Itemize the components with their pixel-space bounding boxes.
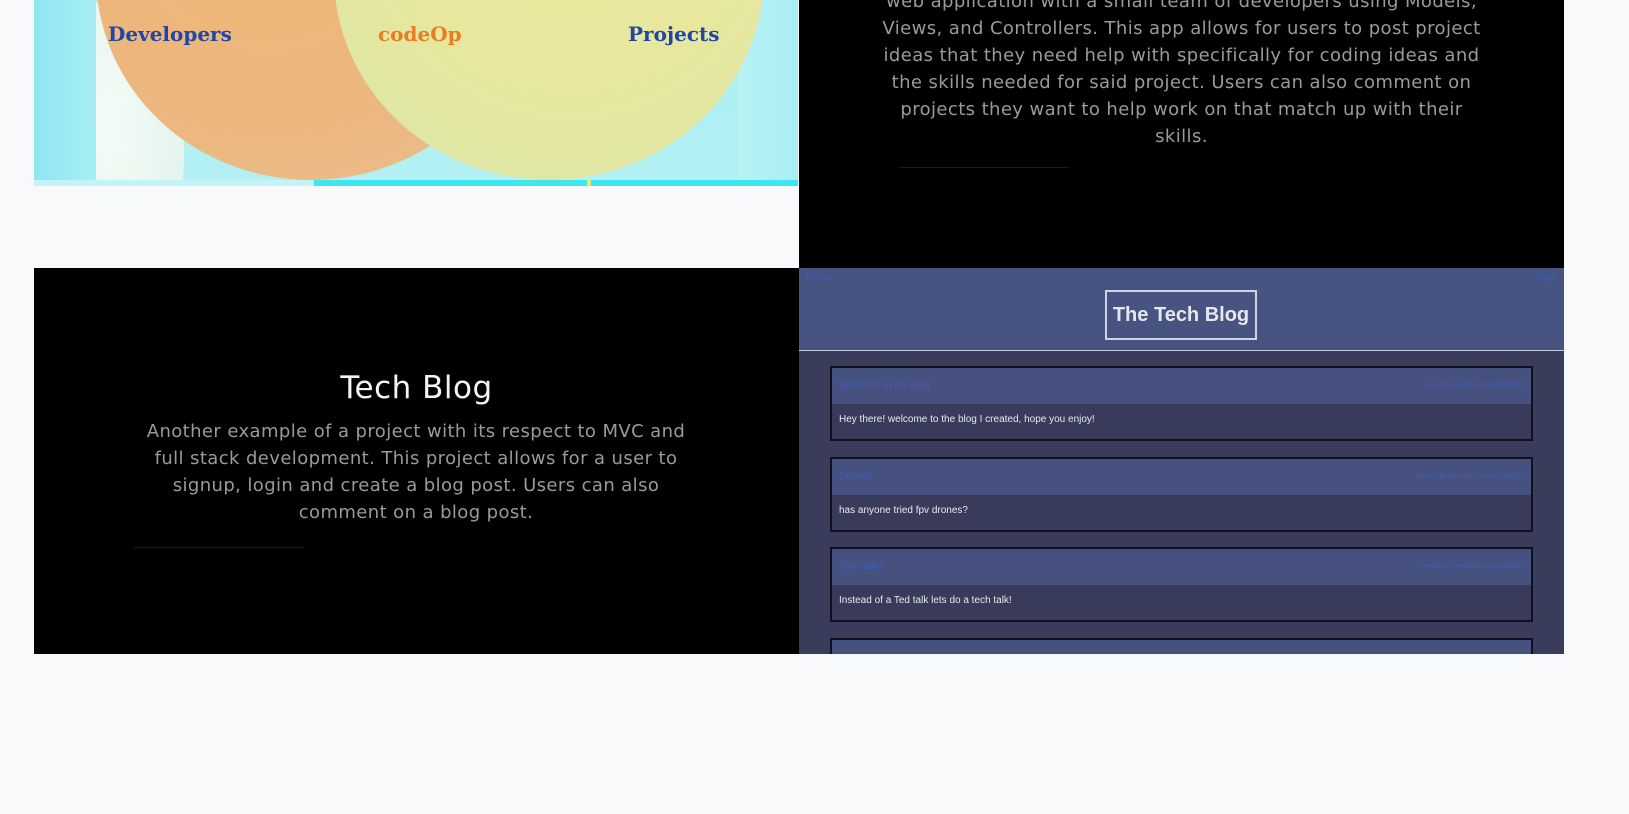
blog-post-title: Welcome to my blog [839, 380, 930, 391]
image-bottom-strip-accent [314, 180, 798, 186]
blog-post-card-partial[interactable] [830, 638, 1533, 654]
blog-post-card[interactable]: Drones Posted by georgeh23 on 4/28/2022 … [830, 457, 1533, 532]
blog-post-body: has anyone tried fpv drones? [839, 505, 968, 516]
techblog-project-description: Another example of a project with its re… [146, 421, 686, 523]
codeop-project-image[interactable]: Developers codeOp Projects [34, 0, 798, 186]
techblog-project-title: Tech Blog [340, 370, 493, 406]
blog-post-title: Tech talks [839, 561, 884, 572]
blog-nav-login-link[interactable]: login [1536, 272, 1557, 283]
codeop-project-details: web application with a small team of dev… [799, 0, 1564, 268]
blog-post-header: Drones Posted by georgeh23 on 4/28/2022 [832, 459, 1531, 495]
blog-post-meta: Posted by georgeh23 on 4/28/2022 [1415, 473, 1525, 480]
blog-post-card[interactable]: Tech talks Posted by Cynthia88 on 4/28/2… [830, 547, 1533, 622]
techblog-project-details: Tech Blog Another example of a project w… [34, 268, 799, 654]
blog-post-header [832, 640, 1531, 654]
blog-post-body: Instead of a Ted talk lets do a tech tal… [839, 595, 1012, 606]
venn-label-developers: Developers [108, 22, 232, 46]
section-divider [899, 167, 1069, 168]
blog-post-header: Welcome to my blog Posted by welliams on… [832, 368, 1531, 404]
venn-label-projects: Projects [628, 22, 720, 46]
blog-site-title: The Tech Blog [1105, 290, 1257, 340]
blog-post-title: Drones [839, 471, 872, 482]
techblog-project-image[interactable]: home login The Tech Blog Welcome to my b… [799, 268, 1564, 654]
blog-post-body: Hey there! welcome to the blog I created… [839, 414, 1095, 425]
section-divider [134, 547, 304, 548]
image-bottom-strip-dot [587, 180, 591, 186]
blog-nav-home-link[interactable]: home [806, 272, 831, 283]
blog-post-card[interactable]: Welcome to my blog Posted by welliams on… [830, 366, 1533, 441]
image-bottom-strip [34, 180, 314, 186]
blog-post-meta: Posted by welliams on 4/28/2022 [1422, 382, 1525, 389]
codeop-project-description: web application with a small team of dev… [882, 0, 1481, 147]
blog-header: home login The Tech Blog [799, 268, 1564, 351]
venn-label-codeop: codeOp [378, 22, 462, 46]
blog-post-header: Tech talks Posted by Cynthia88 on 4/28/2… [832, 549, 1531, 585]
image-background-left [34, 0, 96, 186]
blog-post-meta: Posted by Cynthia88 on 4/28/2022 [1417, 563, 1525, 570]
